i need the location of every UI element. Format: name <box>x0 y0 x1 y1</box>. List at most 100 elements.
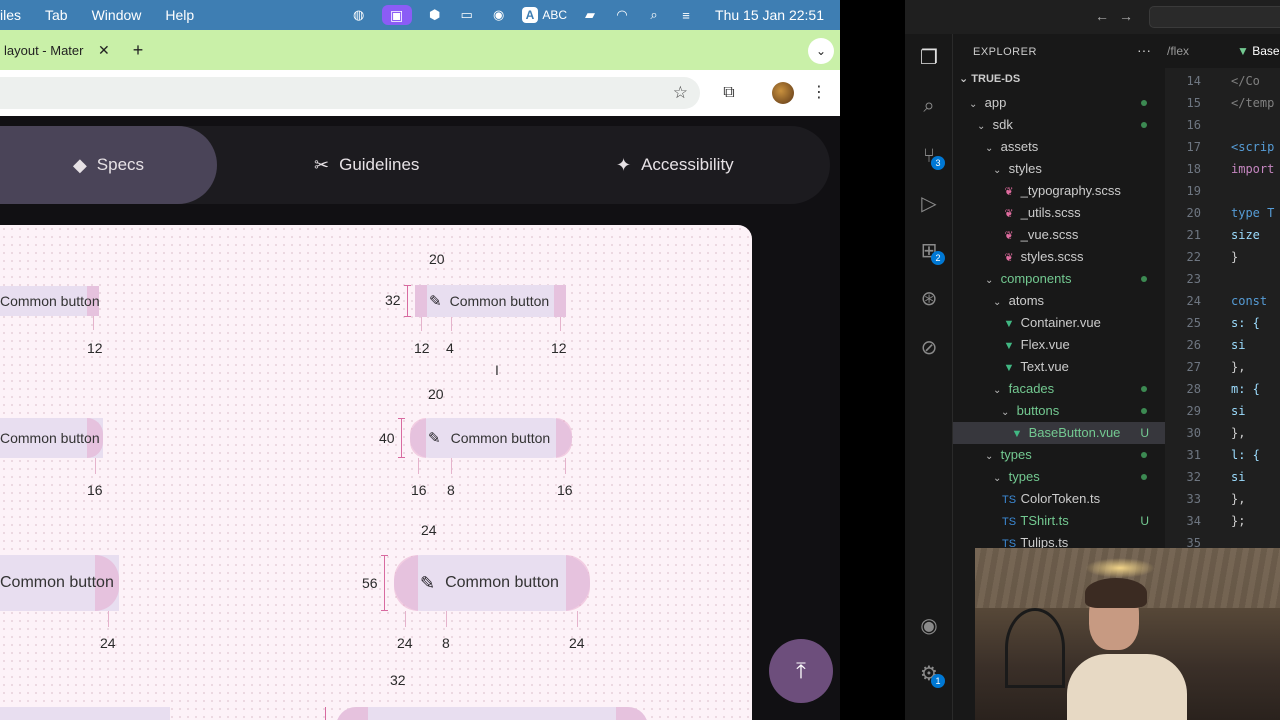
vue-file-icon: ▼ <box>1237 44 1249 58</box>
close-tab-icon[interactable]: ✕ <box>98 42 110 59</box>
code-line[interactable]: </temp <box>1231 96 1274 110</box>
code-line[interactable]: l: { <box>1231 448 1260 462</box>
bookmark-star-icon[interactable]: ☆ <box>673 83 688 103</box>
tree-file[interactable]: ▼ Flex.vue <box>953 334 1165 356</box>
editor-tab[interactable]: /flex <box>1167 44 1189 58</box>
browser-toolbar: ☆ ⧉ ⋮ <box>0 70 840 116</box>
code-line[interactable]: si <box>1231 338 1245 352</box>
tab-accessibility[interactable]: ✦ Accessibility <box>616 126 734 204</box>
code-line[interactable]: m: { <box>1231 382 1260 396</box>
address-bar[interactable]: ☆ <box>0 77 700 109</box>
tree-folder[interactable]: ⌄ atoms <box>953 290 1165 312</box>
menu-item-window[interactable]: Window <box>80 7 154 23</box>
code-line[interactable]: } <box>1231 250 1238 264</box>
vue-file-icon: ▼ <box>1003 340 1015 352</box>
vue-file-icon: ▼ <box>1003 318 1015 330</box>
code-line[interactable]: }, <box>1231 492 1245 506</box>
wifi-icon[interactable]: ◠ <box>613 7 631 23</box>
spec-value: 24 <box>397 635 413 651</box>
code-line[interactable]: import <box>1231 162 1274 176</box>
tree-file[interactable]: TS TShirt.ts U <box>953 510 1165 532</box>
menu-item-files[interactable]: iles <box>0 7 33 23</box>
search-icon[interactable]: ⌕ <box>917 94 941 118</box>
tree-folder[interactable]: ⌄ types <box>953 444 1165 466</box>
spec-value: 32 <box>385 292 401 308</box>
tree-file[interactable]: ❦ styles.scss <box>953 246 1165 268</box>
spec-value: 8 <box>442 635 450 651</box>
button-label: Common button <box>449 293 550 309</box>
display-icon[interactable]: ▭ <box>458 7 476 23</box>
battery-icon[interactable]: ▰ <box>581 7 599 23</box>
tree-file[interactable]: ▼ BaseButton.vue U <box>953 422 1165 444</box>
tree-item-label: _utils.scss <box>1020 205 1081 220</box>
chevron-down-icon: ⌄ <box>977 121 986 132</box>
code-line[interactable]: <scrip <box>1231 140 1274 154</box>
spec-value: 12 <box>551 340 567 356</box>
menu-item-help[interactable]: Help <box>153 7 206 23</box>
tree-file[interactable]: ❦ _typography.scss <box>953 180 1165 202</box>
browser-menu-icon[interactable]: ⋮ <box>808 82 830 104</box>
tree-file[interactable]: ▼ Container.vue <box>953 312 1165 334</box>
command-center-search[interactable] <box>1149 6 1280 28</box>
git-graph-icon[interactable]: ⊛ <box>917 287 941 311</box>
tree-file[interactable]: TS ColorToken.ts <box>953 488 1165 510</box>
run-debug-icon[interactable]: ▷ <box>917 192 941 216</box>
source-control-icon[interactable]: ⑂ 3 <box>917 144 945 170</box>
menu-item-tab[interactable]: Tab <box>33 7 80 23</box>
profile-avatar[interactable] <box>772 82 794 104</box>
new-tab-button[interactable]: + <box>128 38 148 62</box>
tree-folder[interactable]: ⌄ styles <box>953 158 1165 180</box>
vpn-icon[interactable]: ⬢ <box>426 7 444 23</box>
code-line[interactable]: type T <box>1231 206 1274 220</box>
tab-search-button[interactable]: ⌄ <box>808 38 834 64</box>
remote-icon[interactable]: ⊘ <box>917 336 941 360</box>
tree-folder[interactable]: ⌄ components <box>953 268 1165 290</box>
tree-folder[interactable]: ⌄ sdk <box>953 114 1165 136</box>
extensions-icon[interactable]: ⊞ 2 <box>917 239 945 265</box>
tree-folder[interactable]: ⌄ types <box>953 466 1165 488</box>
code-line[interactable]: }; <box>1231 514 1245 528</box>
tree-item-label: styles <box>1008 161 1042 176</box>
back-arrow-icon[interactable]: ← <box>1095 8 1109 24</box>
browser-tab[interactable]: layout - Mater ✕ <box>0 30 120 70</box>
chevron-down-icon: ⌄ <box>993 165 1002 176</box>
tree-file[interactable]: ▼ Text.vue <box>953 356 1165 378</box>
code-line[interactable]: }, <box>1231 426 1245 440</box>
tab-specs[interactable]: ◆ Specs <box>0 126 217 204</box>
extensions-icon[interactable]: ⧉ <box>718 82 740 104</box>
editor-tab-active[interactable]: ▼ Base <box>1237 44 1280 58</box>
screen-record-icon[interactable]: ▣ <box>381 5 412 25</box>
code-line[interactable]: si <box>1231 404 1245 418</box>
gear-icon[interactable]: ⚙ 1 <box>917 662 945 688</box>
input-source[interactable]: A ABC <box>521 7 567 23</box>
tree-file[interactable]: ❦ _vue.scss <box>953 224 1165 246</box>
tree-folder[interactable]: ⌄ assets <box>953 136 1165 158</box>
code-line[interactable]: const <box>1231 294 1267 308</box>
forward-arrow-icon[interactable]: → <box>1119 8 1133 24</box>
workspace-root[interactable]: ⌄ TRUE-DS <box>959 72 1020 85</box>
button-label: Common button <box>0 293 100 309</box>
activity-bar: ❐ ⌕ ⑂ 3 ▷ ⊞ 2 ⊛ ⊘ ◉ ⚙ 1 <box>905 34 953 720</box>
focus-icon[interactable]: ◉ <box>490 7 508 23</box>
settings-badge: 1 <box>931 674 945 688</box>
tab-guidelines[interactable]: ✂ Guidelines <box>314 126 419 204</box>
code-line[interactable]: }, <box>1231 360 1245 374</box>
menubar-clock[interactable]: Thu 15 Jan 22:51 <box>715 7 824 23</box>
globe-icon[interactable]: ◍ <box>350 7 368 23</box>
scroll-to-top-button[interactable]: ⤒ <box>769 639 833 703</box>
code-line[interactable]: size <box>1231 228 1260 242</box>
more-actions-icon[interactable]: ··· <box>1137 42 1151 58</box>
line-number: 19 <box>1186 184 1201 198</box>
tree-folder[interactable]: ⌄ app <box>953 92 1165 114</box>
tree-folder[interactable]: ⌄ facades <box>953 378 1165 400</box>
tree-file[interactable]: ❦ _utils.scss <box>953 202 1165 224</box>
code-line[interactable]: si <box>1231 470 1245 484</box>
search-icon[interactable]: ⌕ <box>645 7 663 23</box>
code-line[interactable]: </Co <box>1231 74 1260 88</box>
line-number: 29 <box>1186 404 1201 418</box>
tree-folder[interactable]: ⌄ buttons <box>953 400 1165 422</box>
control-center-icon[interactable]: ≡ <box>677 7 695 23</box>
code-line[interactable]: s: { <box>1231 316 1260 330</box>
account-icon[interactable]: ◉ <box>917 614 941 638</box>
explorer-icon[interactable]: ❐ <box>917 46 941 70</box>
